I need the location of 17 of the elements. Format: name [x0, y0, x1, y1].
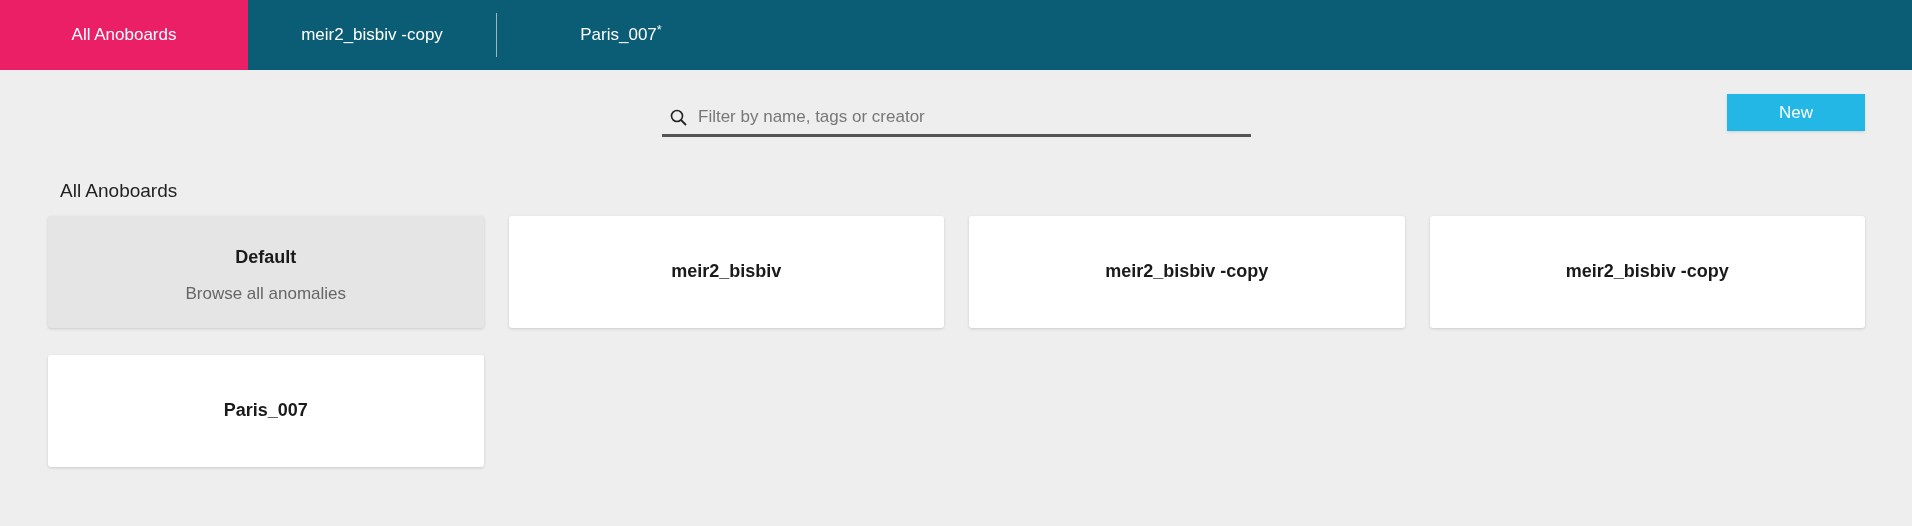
tab[interactable]: Paris_007$^{*}$	[497, 0, 745, 70]
board-card[interactable]: Paris_007	[48, 354, 484, 467]
card-title: meir2_bisbiv -copy	[1565, 260, 1729, 283]
search-icon	[670, 109, 688, 127]
card-title: meir2_bisbiv -copy	[1105, 260, 1269, 283]
card-title: meir2_bisbiv	[671, 260, 782, 283]
tab[interactable]: meir2_bisbiv -copy	[248, 0, 496, 70]
card-subtitle: Browse all anomalies	[185, 283, 347, 306]
search-field[interactable]: Filter by name, tags or creator	[662, 100, 1251, 137]
board-card[interactable]: meir2_bisbiv -copy	[1429, 215, 1865, 328]
board-card[interactable]: meir2_bisbiv	[508, 215, 944, 328]
board-card[interactable]: meir2_bisbiv -copy	[969, 215, 1405, 328]
tab[interactable]: All Anoboards	[0, 0, 248, 70]
card-title: Paris_007	[223, 399, 308, 422]
card-title: Default	[235, 246, 297, 270]
section-title: All Anoboards	[60, 179, 178, 203]
default-board-card[interactable]: Default Browse all anomalies	[48, 215, 484, 328]
